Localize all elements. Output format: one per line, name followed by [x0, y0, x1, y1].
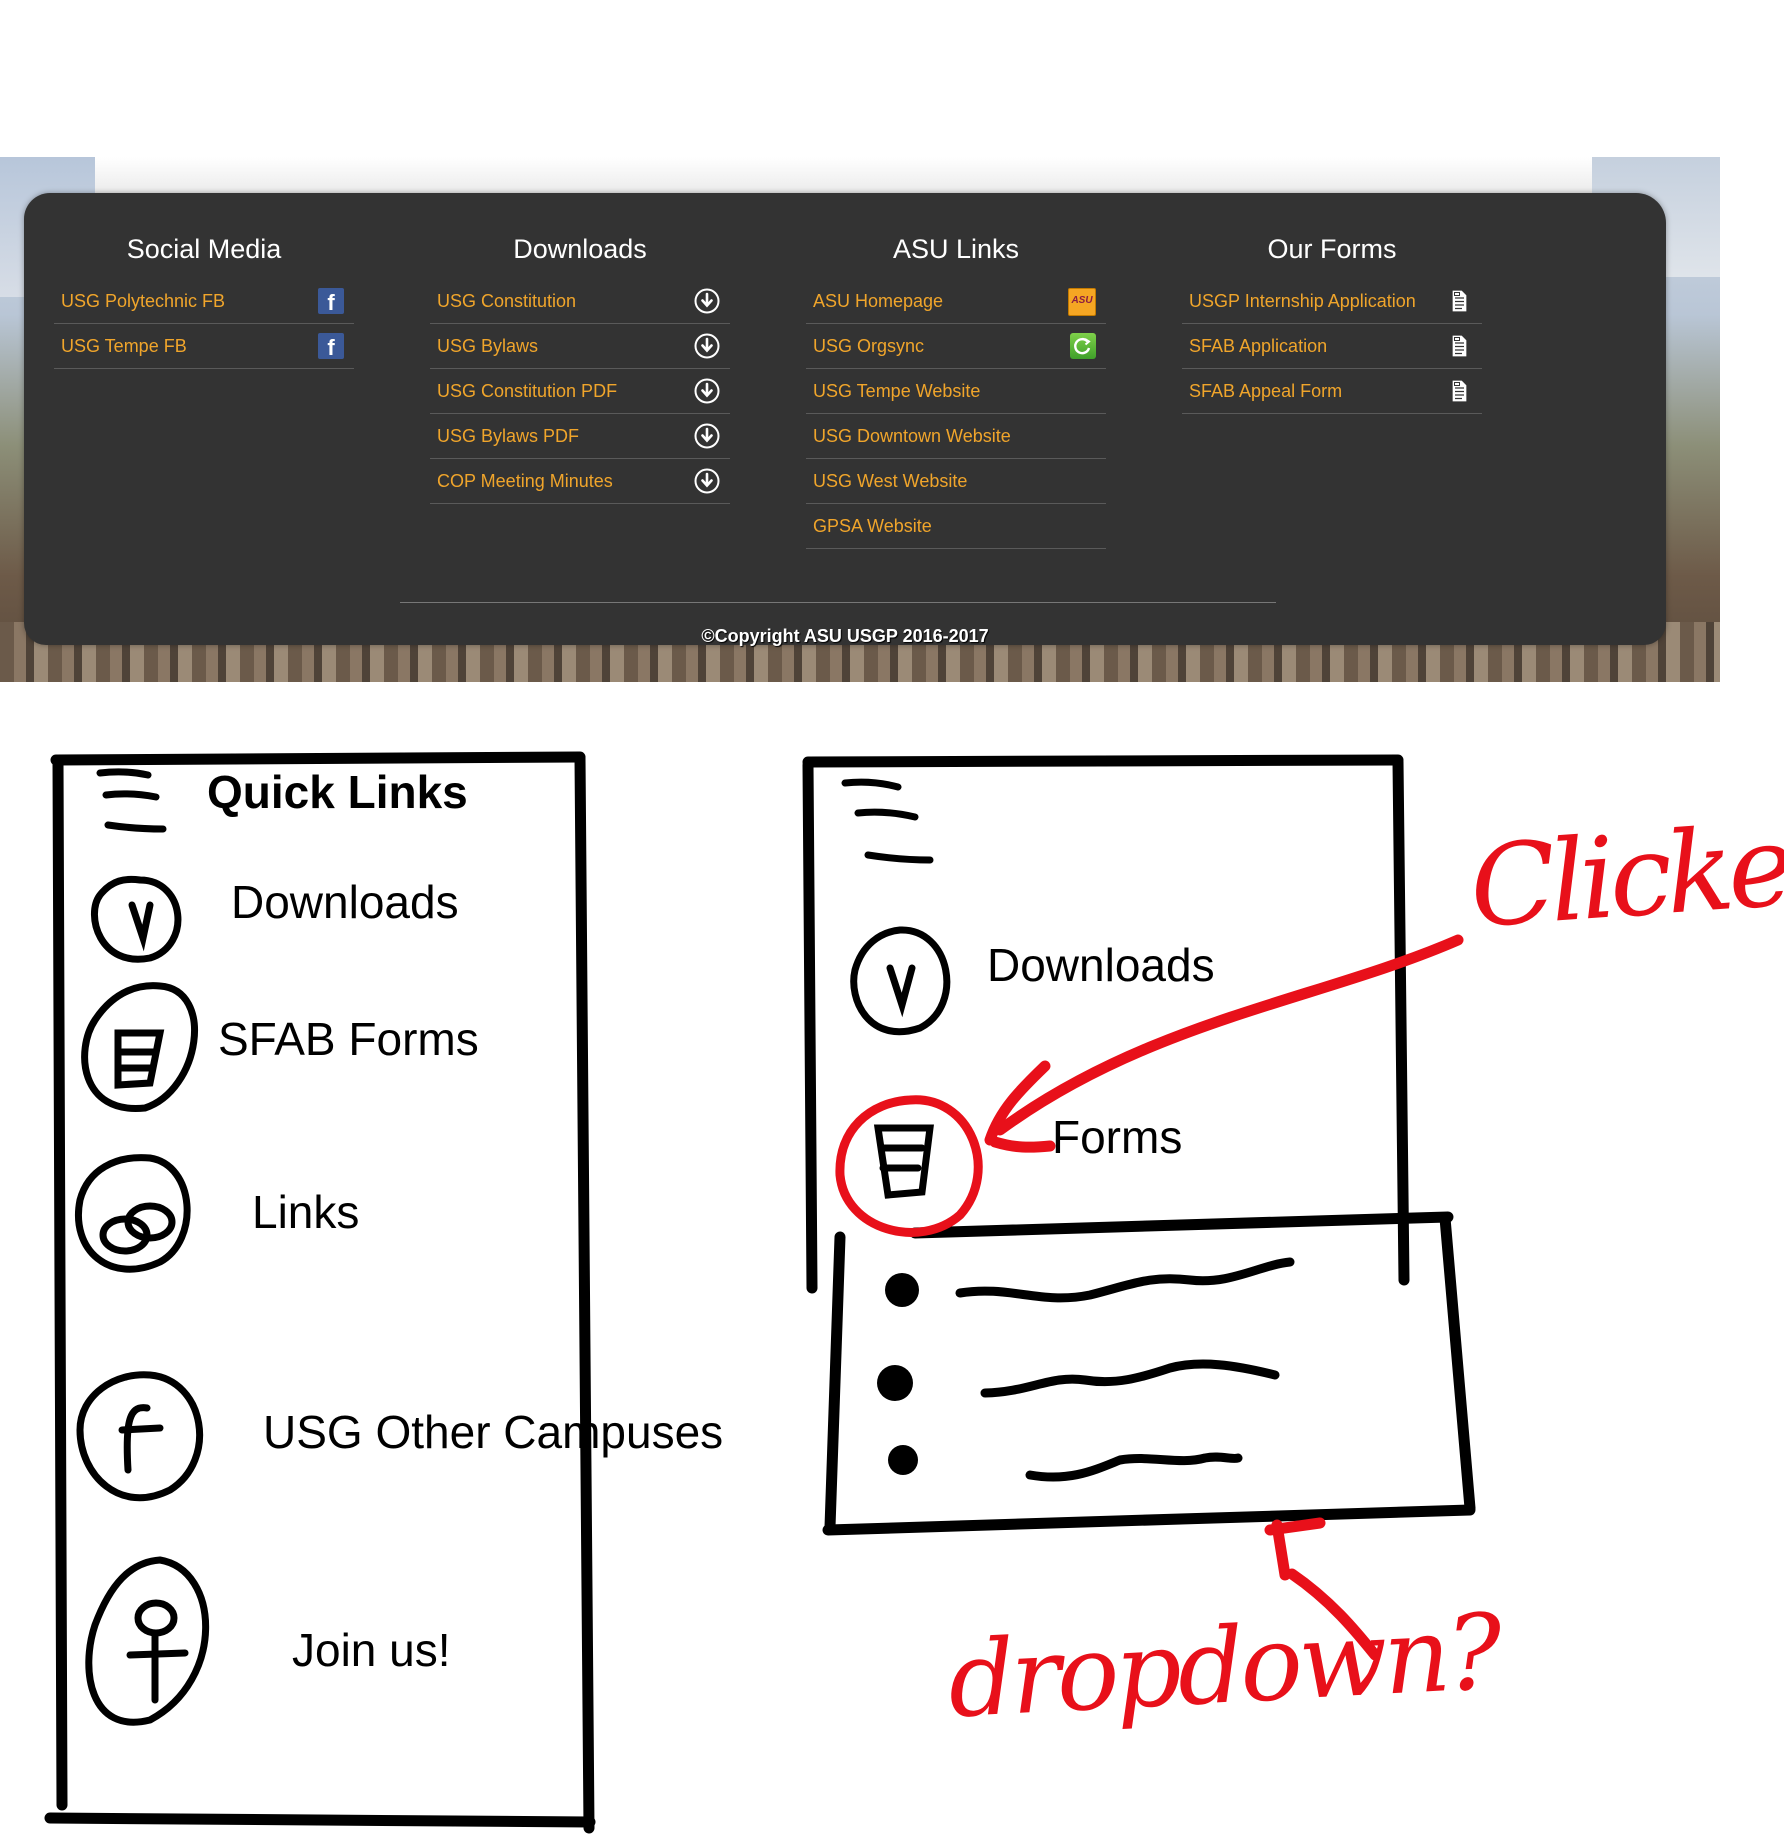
hamburger-icon [841, 778, 934, 864]
dropdown-list-scribbles [955, 1257, 1295, 1482]
sketch-quick-link-other-campuses[interactable]: USG Other Campuses [263, 1405, 723, 1459]
sketch-quick-link-sfab-forms[interactable]: SFAB Forms [218, 1012, 479, 1066]
dropdown-frame [802, 754, 1410, 1294]
download-icon [90, 875, 182, 963]
download-icon [850, 926, 951, 1036]
hamburger-icon [96, 768, 167, 833]
sketch-quick-links-title: Quick Links [207, 766, 468, 818]
sketch-menu-downloads[interactable]: Downloads [987, 938, 1215, 992]
sketch-menu-forms[interactable]: Forms [1052, 1110, 1182, 1164]
link-icon [75, 1154, 191, 1273]
facebook-icon [76, 1371, 204, 1502]
sketch-quick-link-downloads[interactable]: Downloads [231, 875, 459, 929]
annotation-clicked-note: Clicked [1465, 796, 1784, 954]
document-icon [873, 1124, 934, 1199]
sketch-quick-link-join-us[interactable]: Join us! [292, 1623, 451, 1677]
person-icon [85, 1556, 210, 1726]
sketch-quick-link-links[interactable]: Links [252, 1185, 359, 1239]
document-icon [81, 982, 198, 1112]
dropdown-list-bullets [877, 1273, 919, 1475]
